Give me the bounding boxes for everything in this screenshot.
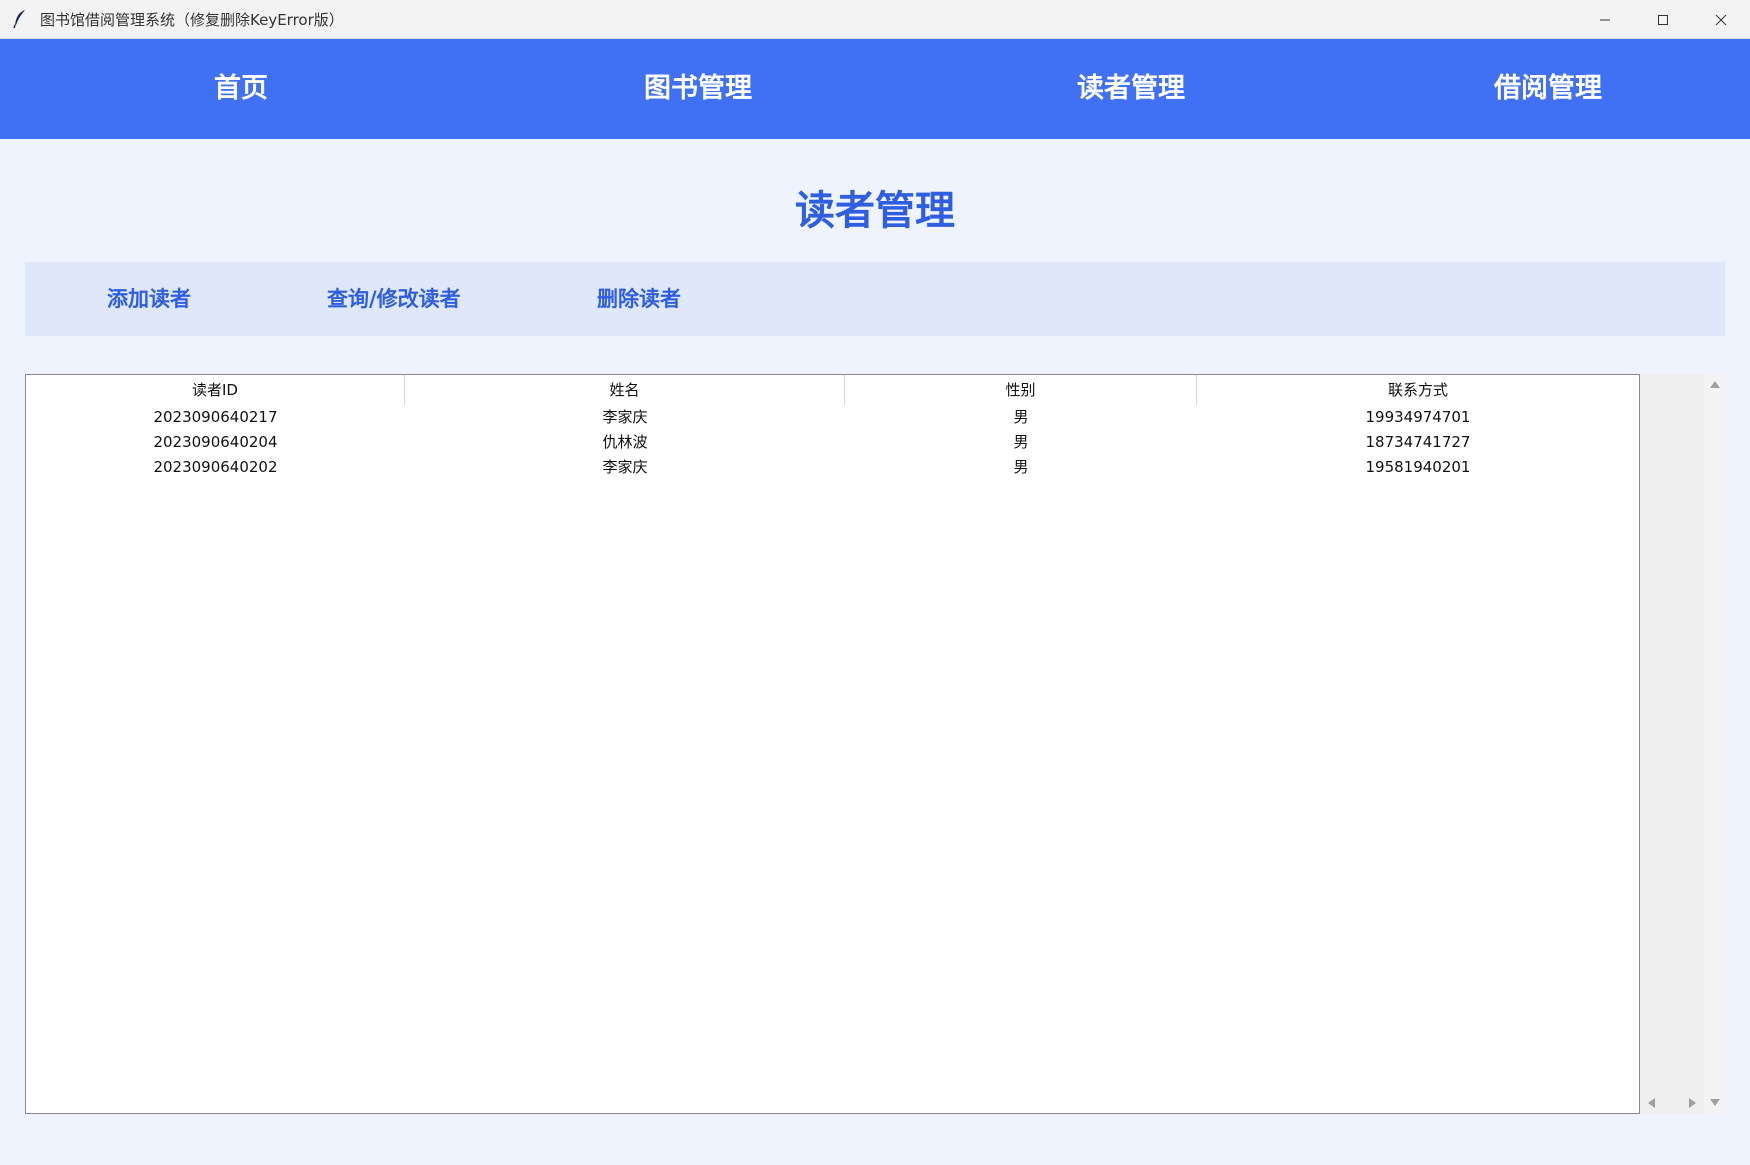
window-controls — [1576, 0, 1750, 39]
nav-item-readers[interactable]: 读者管理 — [1077, 39, 1185, 139]
cell-name: 仇林波 — [602, 433, 648, 451]
reader-table[interactable]: 读者ID 姓名 性别 联系方式 2023090640217 李家庆 男 1993… — [25, 374, 1640, 1114]
cell-gender: 男 — [1013, 458, 1029, 476]
table-side-panel — [1640, 374, 1704, 1114]
top-nav: 首页 图书管理 读者管理 借阅管理 — [0, 39, 1750, 139]
triangle-left-icon — [1648, 1098, 1655, 1108]
close-button[interactable] — [1692, 0, 1750, 39]
cell-name: 李家庆 — [602, 458, 648, 476]
nav-item-books[interactable]: 图书管理 — [644, 39, 752, 139]
maximize-button[interactable] — [1634, 0, 1692, 39]
scroll-up-arrow[interactable] — [1707, 376, 1723, 392]
maximize-icon — [1658, 14, 1668, 25]
table-row[interactable]: 2023090640217 李家庆 男 19934974701 — [26, 405, 1639, 430]
cell-contact: 19581940201 — [1365, 458, 1471, 476]
delete-reader-button[interactable]: 删除读者 — [597, 262, 681, 336]
minimize-button[interactable] — [1576, 0, 1634, 39]
table-header: 读者ID 姓名 性别 联系方式 — [26, 375, 1639, 405]
table-row[interactable]: 2023090640204 仇林波 男 18734741727 — [26, 430, 1639, 455]
minimize-icon — [1600, 19, 1610, 20]
column-header-gender[interactable]: 性别 — [845, 375, 1197, 405]
close-icon — [1715, 14, 1727, 25]
query-edit-reader-button[interactable]: 查询/修改读者 — [327, 262, 461, 336]
cell-gender: 男 — [1013, 408, 1029, 426]
add-reader-button[interactable]: 添加读者 — [107, 262, 191, 336]
cell-contact: 19934974701 — [1365, 408, 1471, 426]
triangle-right-icon — [1689, 1098, 1696, 1108]
cell-contact: 18734741727 — [1365, 433, 1471, 451]
triangle-down-icon — [1710, 1099, 1720, 1106]
cell-reader-id: 2023090640217 — [153, 408, 278, 426]
cell-reader-id: 2023090640202 — [153, 458, 278, 476]
cell-gender: 男 — [1013, 433, 1029, 451]
column-header-name[interactable]: 姓名 — [405, 375, 845, 405]
nav-item-borrowing[interactable]: 借阅管理 — [1494, 39, 1602, 139]
vertical-scrollbar[interactable] — [1704, 374, 1726, 1114]
page-title: 读者管理 — [795, 188, 955, 234]
cell-reader-id: 2023090640204 — [153, 433, 278, 451]
scroll-left-arrow[interactable] — [1644, 1095, 1660, 1111]
action-bar: 添加读者 查询/修改读者 删除读者 — [25, 262, 1725, 336]
cell-name: 李家庆 — [602, 408, 648, 426]
column-header-reader-id[interactable]: 读者ID — [26, 375, 405, 405]
feather-icon — [0, 0, 40, 39]
title-bar: 图书馆借阅管理系统（修复删除KeyError版） — [0, 0, 1750, 39]
app-window: 图书馆借阅管理系统（修复删除KeyError版） 首页 图书管理 读者管理 借阅… — [0, 0, 1750, 1165]
scroll-down-arrow[interactable] — [1707, 1095, 1723, 1111]
nav-item-home[interactable]: 首页 — [214, 39, 268, 139]
triangle-up-icon — [1710, 381, 1720, 388]
scroll-right-arrow[interactable] — [1684, 1095, 1700, 1111]
column-header-contact[interactable]: 联系方式 — [1197, 375, 1639, 405]
window-title: 图书馆借阅管理系统（修复删除KeyError版） — [40, 10, 344, 29]
table-row[interactable]: 2023090640202 李家庆 男 19581940201 — [26, 455, 1639, 480]
